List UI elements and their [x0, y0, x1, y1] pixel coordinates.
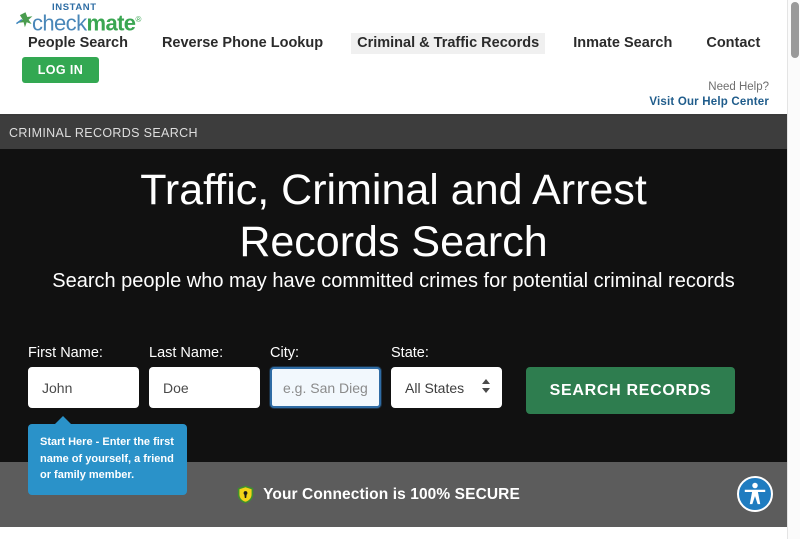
site-header: INSTANT checkmate® People Search Reverse…: [0, 0, 787, 116]
last-name-input[interactable]: [149, 367, 260, 408]
nav-item-people-search[interactable]: People Search: [22, 33, 134, 54]
criminal-records-search-form: First Name: Last Name: City: State: All …: [28, 345, 758, 425]
city-label: City:: [270, 345, 299, 361]
main-navigation: People Search Reverse Phone Lookup Crimi…: [22, 33, 788, 54]
nav-item-inmate-search[interactable]: Inmate Search: [567, 33, 678, 54]
first-name-tooltip[interactable]: Start Here - Enter the first name of you…: [28, 416, 187, 495]
logo-check-text: check: [32, 10, 87, 36]
logo-trademark: ®: [135, 15, 141, 24]
city-input[interactable]: [270, 367, 381, 408]
first-name-label: First Name:: [28, 345, 103, 361]
login-button[interactable]: LOG IN: [22, 57, 99, 83]
nav-item-reverse-phone-lookup[interactable]: Reverse Phone Lookup: [156, 33, 329, 54]
tooltip-text: Start Here - Enter the first name of you…: [40, 436, 174, 481]
nav-item-contact[interactable]: Contact: [700, 33, 766, 54]
state-select-wrapper: All States: [391, 367, 502, 408]
help-center-link[interactable]: Visit Our Help Center: [649, 95, 769, 109]
hero-title-line-2: Records Search: [239, 218, 548, 266]
logo-wordmark: checkmate®: [32, 9, 141, 34]
city-field-group: City:: [270, 345, 381, 408]
nav-item-criminal-traffic-records[interactable]: Criminal & Traffic Records: [351, 33, 546, 54]
state-label: State:: [391, 345, 429, 361]
secure-connection-label: Your Connection is 100% SECURE: [263, 485, 520, 503]
vertical-scrollbar[interactable]: [787, 0, 800, 539]
accessibility-icon: [744, 482, 766, 505]
hero-title-line-1: Traffic, Criminal and Arrest: [140, 166, 647, 214]
first-name-field-group: First Name:: [28, 345, 139, 408]
hero-section: Traffic, Criminal and Arrest Records Sea…: [0, 149, 787, 512]
help-block: Need Help? Visit Our Help Center: [649, 80, 769, 109]
page-bottom-strip: [0, 527, 787, 539]
last-name-field-group: Last Name:: [149, 345, 260, 408]
state-select[interactable]: All States: [391, 367, 502, 408]
last-name-label: Last Name:: [149, 345, 224, 361]
scrollbar-thumb[interactable]: [791, 2, 799, 58]
secure-inner: Your Connection is 100% SECURE: [237, 485, 520, 504]
logo-mate-text: mate: [86, 10, 136, 36]
state-field-group: State: All States: [391, 345, 502, 408]
search-records-button[interactable]: SEARCH RECORDS: [526, 367, 735, 414]
site-logo[interactable]: INSTANT checkmate®: [14, 2, 164, 34]
page-title: Traffic, Criminal and Arrest Records Sea…: [0, 164, 787, 268]
accessibility-widget-button[interactable]: [737, 476, 773, 512]
shield-lock-icon: [237, 485, 254, 504]
first-name-input[interactable]: [28, 367, 139, 408]
breadcrumb-bar: CRIMINAL RECORDS SEARCH: [0, 116, 787, 149]
hero-subtitle: Search people who may have committed cri…: [52, 270, 735, 292]
breadcrumb-label: CRIMINAL RECORDS SEARCH: [9, 125, 198, 140]
help-need-label: Need Help?: [708, 81, 769, 93]
page-root: INSTANT checkmate® People Search Reverse…: [0, 0, 800, 539]
tooltip-arrow-icon: [54, 416, 72, 425]
